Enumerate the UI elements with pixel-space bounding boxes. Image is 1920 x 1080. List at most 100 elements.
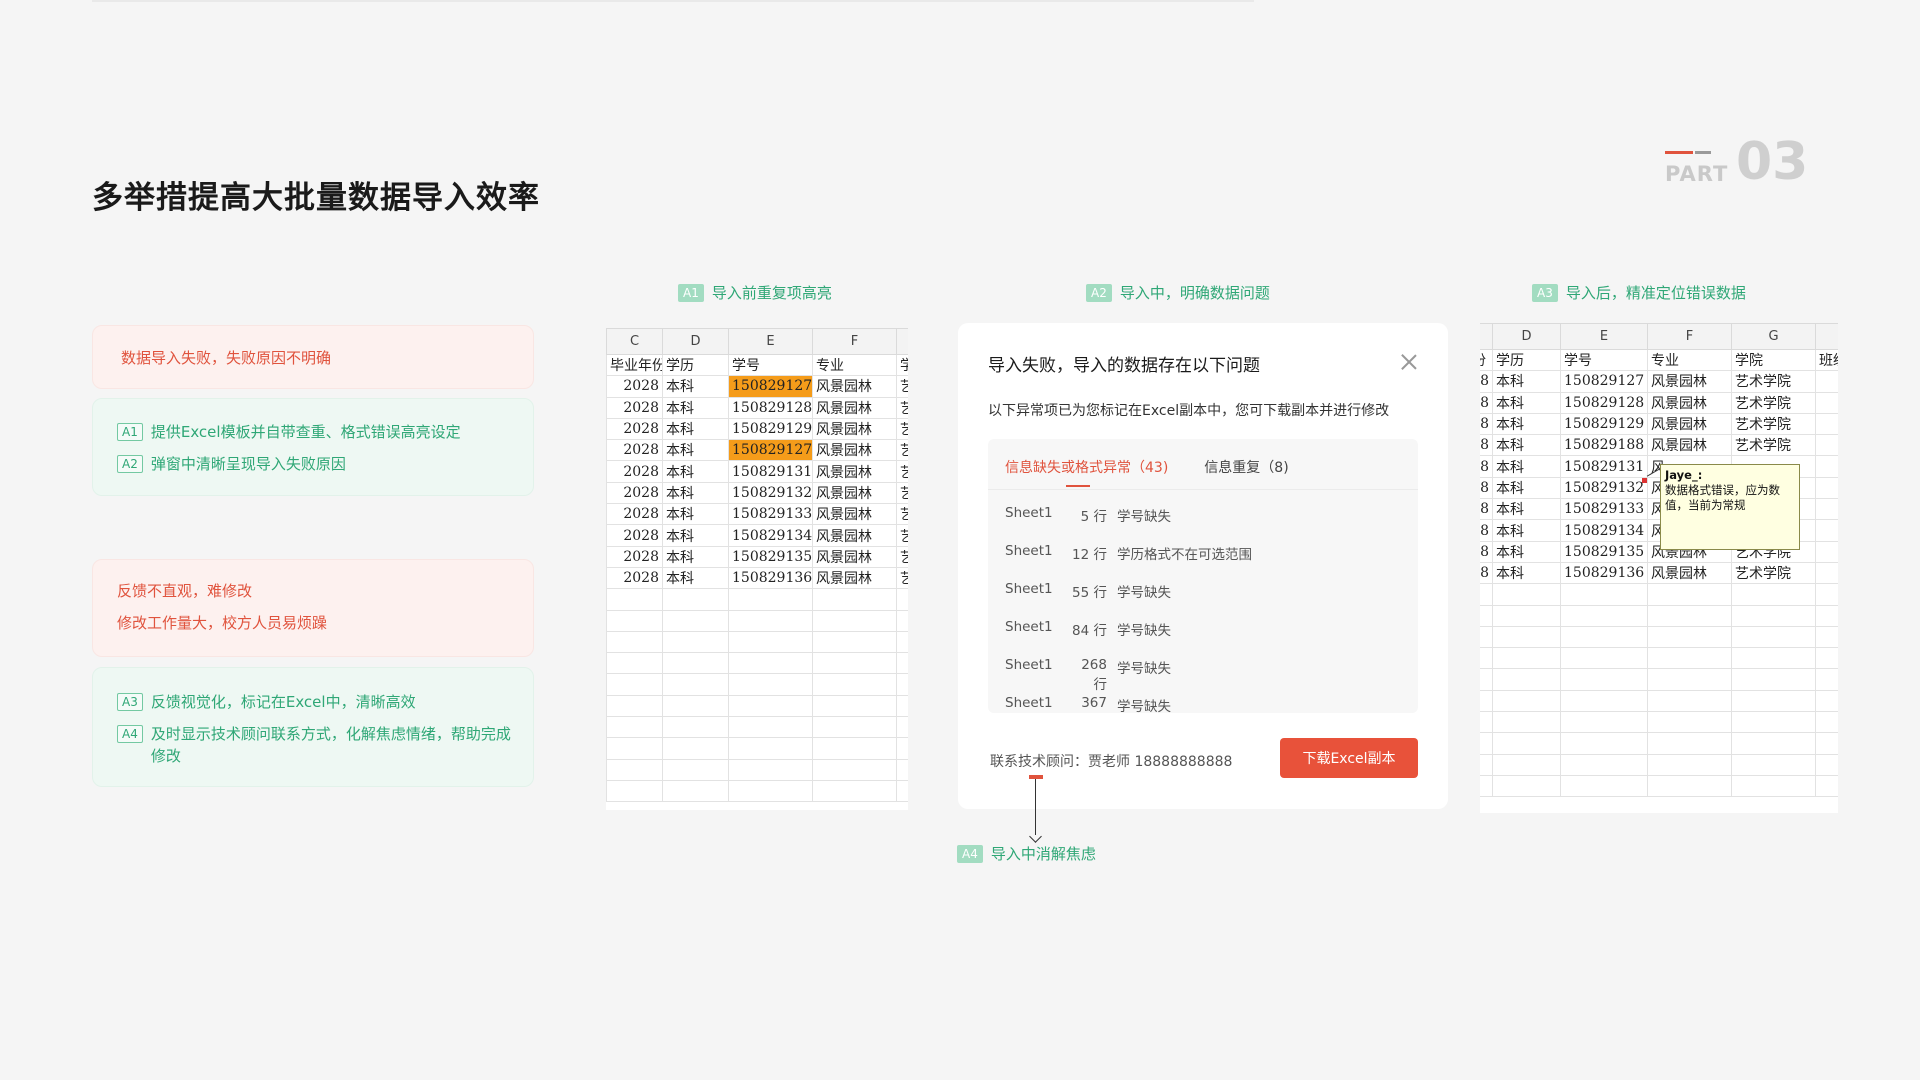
- table-cell[interactable]: 8: [1480, 519, 1493, 542]
- table-cell[interactable]: [1731, 753, 1816, 776]
- table-cell[interactable]: [812, 716, 897, 739]
- column-header[interactable]: [1815, 323, 1838, 350]
- table-cell[interactable]: [728, 673, 813, 696]
- table-cell[interactable]: [1815, 689, 1838, 713]
- table-cell[interactable]: [1492, 774, 1561, 798]
- table-cell[interactable]: 学院: [1731, 348, 1816, 372]
- table-cell[interactable]: [606, 652, 663, 675]
- table-cell[interactable]: [1492, 647, 1561, 670]
- table-cell[interactable]: [896, 737, 908, 760]
- table-cell[interactable]: [1731, 774, 1816, 798]
- table-cell[interactable]: 8: [1480, 412, 1493, 436]
- table-cell[interactable]: 150829132: [1560, 476, 1648, 500]
- table-cell[interactable]: 风景园林: [812, 566, 897, 590]
- table-cell[interactable]: [896, 652, 908, 675]
- table-cell[interactable]: [1815, 455, 1838, 478]
- table-cell[interactable]: 150829188: [1560, 434, 1648, 457]
- table-cell[interactable]: [728, 779, 813, 803]
- table-cell[interactable]: 学号: [1560, 348, 1648, 372]
- table-cell[interactable]: 艺: [896, 545, 908, 568]
- table-cell[interactable]: 本科: [662, 503, 729, 526]
- column-header[interactable]: E: [728, 328, 813, 355]
- table-cell[interactable]: [606, 588, 663, 611]
- table-cell[interactable]: 风景园林: [812, 481, 897, 505]
- table-cell[interactable]: [1560, 732, 1648, 755]
- table-cell[interactable]: 150829132: [728, 481, 813, 505]
- table-cell[interactable]: [1815, 732, 1838, 755]
- table-cell[interactable]: 艺: [896, 417, 908, 441]
- table-cell[interactable]: 150829136: [728, 566, 813, 590]
- table-cell[interactable]: [896, 779, 908, 803]
- table-cell[interactable]: 本科: [1492, 498, 1561, 521]
- table-cell[interactable]: [662, 694, 729, 718]
- table-cell[interactable]: 150829134: [1560, 519, 1648, 542]
- table-cell[interactable]: [662, 609, 729, 632]
- table-cell[interactable]: [1492, 625, 1561, 649]
- table-cell[interactable]: 8: [1480, 434, 1493, 457]
- table-cell[interactable]: [606, 673, 663, 696]
- table-cell[interactable]: [1731, 647, 1816, 670]
- table-cell[interactable]: 本科: [1492, 561, 1561, 585]
- table-cell[interactable]: [728, 652, 813, 675]
- table-cell[interactable]: [1815, 540, 1838, 563]
- table-cell[interactable]: 风景园林: [812, 439, 897, 462]
- table-cell[interactable]: 150829133: [1560, 498, 1648, 521]
- table-cell[interactable]: [1647, 625, 1732, 649]
- table-cell[interactable]: 8: [1480, 540, 1493, 563]
- table-cell[interactable]: [606, 779, 663, 803]
- table-cell[interactable]: [1647, 647, 1732, 670]
- column-header[interactable]: [1480, 323, 1493, 350]
- table-cell[interactable]: 150829135: [1560, 540, 1648, 563]
- table-cell[interactable]: 艺: [896, 524, 908, 547]
- table-cell[interactable]: 专业: [1647, 348, 1732, 372]
- table-cell[interactable]: 2028: [606, 503, 663, 526]
- table-cell[interactable]: 8: [1480, 561, 1493, 585]
- column-header[interactable]: C: [606, 328, 663, 355]
- table-cell[interactable]: [812, 588, 897, 611]
- table-cell[interactable]: [812, 779, 897, 803]
- table-cell[interactable]: 艺术学院: [1731, 561, 1816, 585]
- table-cell[interactable]: 艺: [896, 503, 908, 526]
- table-cell[interactable]: [662, 737, 729, 760]
- table-cell[interactable]: [1480, 711, 1493, 734]
- table-cell[interactable]: [1815, 412, 1838, 436]
- table-cell[interactable]: [1731, 604, 1816, 627]
- table-cell[interactable]: [1560, 583, 1648, 606]
- table-cell[interactable]: 学历: [1492, 348, 1561, 372]
- table-cell[interactable]: [1815, 519, 1838, 542]
- table-cell[interactable]: 150829128: [728, 396, 813, 419]
- table-cell[interactable]: 班级: [1815, 348, 1838, 372]
- table-cell[interactable]: [1815, 391, 1838, 414]
- table-cell[interactable]: 学历: [662, 353, 729, 377]
- table-cell[interactable]: 风景园林: [812, 396, 897, 419]
- column-header[interactable]: G: [1731, 323, 1816, 350]
- table-cell[interactable]: [1815, 476, 1838, 500]
- table-cell[interactable]: [1560, 647, 1648, 670]
- table-cell[interactable]: 2028: [606, 417, 663, 441]
- table-cell[interactable]: [1560, 625, 1648, 649]
- table-cell[interactable]: [1815, 711, 1838, 734]
- table-cell[interactable]: [662, 779, 729, 803]
- close-icon[interactable]: [1400, 353, 1418, 371]
- table-cell[interactable]: 风景园林: [1647, 561, 1732, 585]
- table-cell[interactable]: [1480, 647, 1493, 670]
- table-cell[interactable]: 本科: [1492, 540, 1561, 563]
- table-cell[interactable]: 风景园林: [1647, 391, 1732, 414]
- tab-duplicates[interactable]: 信息重复（8): [1204, 457, 1288, 477]
- table-cell[interactable]: [1647, 753, 1732, 776]
- table-cell[interactable]: [812, 758, 897, 781]
- table-cell[interactable]: 2028: [606, 396, 663, 419]
- table-cell[interactable]: [1815, 498, 1838, 521]
- table-cell[interactable]: [812, 673, 897, 696]
- table-cell[interactable]: [896, 673, 908, 696]
- table-cell[interactable]: [662, 630, 729, 654]
- table-cell[interactable]: [1647, 732, 1732, 755]
- table-cell[interactable]: [1647, 689, 1732, 713]
- table-cell[interactable]: [896, 630, 908, 654]
- table-cell[interactable]: [1815, 625, 1838, 649]
- table-cell[interactable]: 风景园林: [812, 417, 897, 441]
- download-excel-button[interactable]: 下载Excel副本: [1280, 738, 1418, 778]
- table-cell[interactable]: [896, 588, 908, 611]
- table-cell[interactable]: 本科: [1492, 476, 1561, 500]
- table-cell[interactable]: 8: [1480, 476, 1493, 500]
